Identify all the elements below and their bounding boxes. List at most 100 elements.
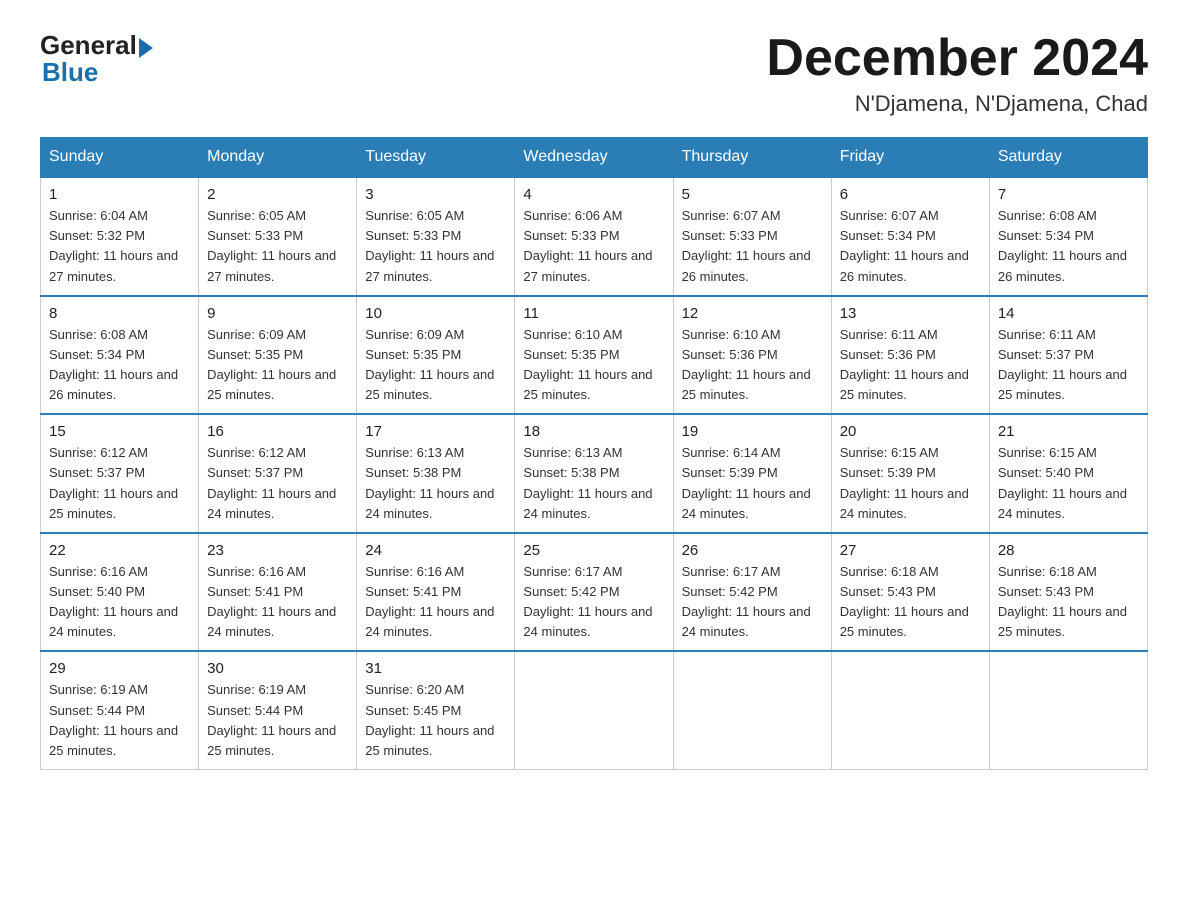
day-number: 24 bbox=[365, 542, 506, 559]
day-info: Sunrise: 6:13 AMSunset: 5:38 PMDaylight:… bbox=[523, 443, 664, 524]
column-header-friday: Friday bbox=[831, 138, 989, 178]
day-cell: 5 Sunrise: 6:07 AMSunset: 5:33 PMDaylight… bbox=[673, 177, 831, 296]
day-number: 15 bbox=[49, 423, 190, 440]
day-cell: 30 Sunrise: 6:19 AMSunset: 5:44 PMDayligh… bbox=[199, 651, 357, 769]
week-row-4: 22 Sunrise: 6:16 AMSunset: 5:40 PMDayligh… bbox=[41, 533, 1148, 652]
title-block: December 2024 N'Djamena, N'Djamena, Chad bbox=[766, 30, 1148, 117]
day-cell: 25 Sunrise: 6:17 AMSunset: 5:42 PMDayligh… bbox=[515, 533, 673, 652]
day-number: 25 bbox=[523, 542, 664, 559]
day-number: 16 bbox=[207, 423, 348, 440]
column-header-sunday: Sunday bbox=[41, 138, 199, 178]
day-number: 29 bbox=[49, 660, 190, 677]
day-number: 4 bbox=[523, 186, 664, 203]
week-row-1: 1 Sunrise: 6:04 AMSunset: 5:32 PMDaylight… bbox=[41, 177, 1148, 296]
day-info: Sunrise: 6:16 AMSunset: 5:41 PMDaylight:… bbox=[365, 562, 506, 643]
day-number: 19 bbox=[682, 423, 823, 440]
day-info: Sunrise: 6:07 AMSunset: 5:33 PMDaylight:… bbox=[682, 206, 823, 287]
day-cell: 23 Sunrise: 6:16 AMSunset: 5:41 PMDayligh… bbox=[199, 533, 357, 652]
day-cell: 31Sunrise: 6:20 AMSunset: 5:45 PMDayligh… bbox=[357, 651, 515, 769]
day-cell: 11 Sunrise: 6:10 AMSunset: 5:35 PMDayligh… bbox=[515, 296, 673, 415]
column-header-monday: Monday bbox=[199, 138, 357, 178]
day-cell: 24 Sunrise: 6:16 AMSunset: 5:41 PMDayligh… bbox=[357, 533, 515, 652]
calendar-table: SundayMondayTuesdayWednesdayThursdayFrid… bbox=[40, 137, 1148, 770]
day-number: 9 bbox=[207, 305, 348, 322]
header-row: SundayMondayTuesdayWednesdayThursdayFrid… bbox=[41, 138, 1148, 178]
day-cell: 4 Sunrise: 6:06 AMSunset: 5:33 PMDaylight… bbox=[515, 177, 673, 296]
day-info: Sunrise: 6:19 AMSunset: 5:44 PMDaylight:… bbox=[207, 680, 348, 761]
day-cell bbox=[831, 651, 989, 769]
day-info: Sunrise: 6:05 AMSunset: 5:33 PMDaylight:… bbox=[207, 206, 348, 287]
day-number: 27 bbox=[840, 542, 981, 559]
page-header: General Blue December 2024 N'Djamena, N'… bbox=[40, 30, 1148, 117]
day-number: 12 bbox=[682, 305, 823, 322]
day-cell: 12 Sunrise: 6:10 AMSunset: 5:36 PMDayligh… bbox=[673, 296, 831, 415]
day-cell: 6Sunrise: 6:07 AMSunset: 5:34 PMDaylight… bbox=[831, 177, 989, 296]
day-cell: 29 Sunrise: 6:19 AMSunset: 5:44 PMDayligh… bbox=[41, 651, 199, 769]
day-number: 10 bbox=[365, 305, 506, 322]
day-number: 23 bbox=[207, 542, 348, 559]
day-number: 20 bbox=[840, 423, 981, 440]
day-info: Sunrise: 6:13 AMSunset: 5:38 PMDaylight:… bbox=[365, 443, 506, 524]
day-number: 2 bbox=[207, 186, 348, 203]
day-info: Sunrise: 6:16 AMSunset: 5:41 PMDaylight:… bbox=[207, 562, 348, 643]
day-cell: 13 Sunrise: 6:11 AMSunset: 5:36 PMDayligh… bbox=[831, 296, 989, 415]
day-cell: 10Sunrise: 6:09 AMSunset: 5:35 PMDayligh… bbox=[357, 296, 515, 415]
day-number: 30 bbox=[207, 660, 348, 677]
day-cell: 18Sunrise: 6:13 AMSunset: 5:38 PMDayligh… bbox=[515, 414, 673, 533]
day-cell bbox=[673, 651, 831, 769]
day-number: 28 bbox=[998, 542, 1139, 559]
day-info: Sunrise: 6:15 AMSunset: 5:40 PMDaylight:… bbox=[998, 443, 1139, 524]
day-number: 5 bbox=[682, 186, 823, 203]
logo-blue-text: Blue bbox=[42, 57, 98, 88]
day-cell: 17 Sunrise: 6:13 AMSunset: 5:38 PMDayligh… bbox=[357, 414, 515, 533]
day-cell: 28Sunrise: 6:18 AMSunset: 5:43 PMDayligh… bbox=[989, 533, 1147, 652]
day-cell: 14 Sunrise: 6:11 AMSunset: 5:37 PMDayligh… bbox=[989, 296, 1147, 415]
day-info: Sunrise: 6:16 AMSunset: 5:40 PMDaylight:… bbox=[49, 562, 190, 643]
day-info: Sunrise: 6:05 AMSunset: 5:33 PMDaylight:… bbox=[365, 206, 506, 287]
day-number: 14 bbox=[998, 305, 1139, 322]
day-cell: 3Sunrise: 6:05 AMSunset: 5:33 PMDaylight… bbox=[357, 177, 515, 296]
day-number: 1 bbox=[49, 186, 190, 203]
day-cell: 2 Sunrise: 6:05 AMSunset: 5:33 PMDaylight… bbox=[199, 177, 357, 296]
day-cell: 21 Sunrise: 6:15 AMSunset: 5:40 PMDayligh… bbox=[989, 414, 1147, 533]
day-cell: 15 Sunrise: 6:12 AMSunset: 5:37 PMDayligh… bbox=[41, 414, 199, 533]
day-number: 11 bbox=[523, 305, 664, 322]
day-info: Sunrise: 6:18 AMSunset: 5:43 PMDaylight:… bbox=[840, 562, 981, 643]
column-header-wednesday: Wednesday bbox=[515, 138, 673, 178]
day-cell: 20Sunrise: 6:15 AMSunset: 5:39 PMDayligh… bbox=[831, 414, 989, 533]
day-cell: 16Sunrise: 6:12 AMSunset: 5:37 PMDayligh… bbox=[199, 414, 357, 533]
day-number: 8 bbox=[49, 305, 190, 322]
day-cell: 19 Sunrise: 6:14 AMSunset: 5:39 PMDayligh… bbox=[673, 414, 831, 533]
day-number: 17 bbox=[365, 423, 506, 440]
week-row-5: 29 Sunrise: 6:19 AMSunset: 5:44 PMDayligh… bbox=[41, 651, 1148, 769]
day-cell: 8Sunrise: 6:08 AMSunset: 5:34 PMDaylight… bbox=[41, 296, 199, 415]
day-info: Sunrise: 6:14 AMSunset: 5:39 PMDaylight:… bbox=[682, 443, 823, 524]
day-cell: 1 Sunrise: 6:04 AMSunset: 5:32 PMDaylight… bbox=[41, 177, 199, 296]
day-info: Sunrise: 6:07 AMSunset: 5:34 PMDaylight:… bbox=[840, 206, 981, 287]
day-cell: 9Sunrise: 6:09 AMSunset: 5:35 PMDaylight… bbox=[199, 296, 357, 415]
day-info: Sunrise: 6:04 AMSunset: 5:32 PMDaylight:… bbox=[49, 206, 190, 287]
day-cell bbox=[515, 651, 673, 769]
day-number: 26 bbox=[682, 542, 823, 559]
day-number: 21 bbox=[998, 423, 1139, 440]
day-info: Sunrise: 6:20 AMSunset: 5:45 PMDaylight:… bbox=[365, 680, 506, 761]
day-info: Sunrise: 6:10 AMSunset: 5:35 PMDaylight:… bbox=[523, 325, 664, 406]
day-number: 22 bbox=[49, 542, 190, 559]
location-subtitle: N'Djamena, N'Djamena, Chad bbox=[766, 91, 1148, 117]
day-number: 13 bbox=[840, 305, 981, 322]
day-info: Sunrise: 6:06 AMSunset: 5:33 PMDaylight:… bbox=[523, 206, 664, 287]
day-info: Sunrise: 6:10 AMSunset: 5:36 PMDaylight:… bbox=[682, 325, 823, 406]
day-info: Sunrise: 6:19 AMSunset: 5:44 PMDaylight:… bbox=[49, 680, 190, 761]
day-cell: 22 Sunrise: 6:16 AMSunset: 5:40 PMDayligh… bbox=[41, 533, 199, 652]
logo-arrow-icon bbox=[139, 38, 153, 58]
week-row-2: 8Sunrise: 6:08 AMSunset: 5:34 PMDaylight… bbox=[41, 296, 1148, 415]
day-info: Sunrise: 6:12 AMSunset: 5:37 PMDaylight:… bbox=[49, 443, 190, 524]
logo: General Blue bbox=[40, 30, 153, 88]
day-info: Sunrise: 6:11 AMSunset: 5:36 PMDaylight:… bbox=[840, 325, 981, 406]
column-header-tuesday: Tuesday bbox=[357, 138, 515, 178]
day-info: Sunrise: 6:08 AMSunset: 5:34 PMDaylight:… bbox=[998, 206, 1139, 287]
day-info: Sunrise: 6:11 AMSunset: 5:37 PMDaylight:… bbox=[998, 325, 1139, 406]
day-info: Sunrise: 6:17 AMSunset: 5:42 PMDaylight:… bbox=[682, 562, 823, 643]
day-info: Sunrise: 6:17 AMSunset: 5:42 PMDaylight:… bbox=[523, 562, 664, 643]
week-row-3: 15 Sunrise: 6:12 AMSunset: 5:37 PMDayligh… bbox=[41, 414, 1148, 533]
